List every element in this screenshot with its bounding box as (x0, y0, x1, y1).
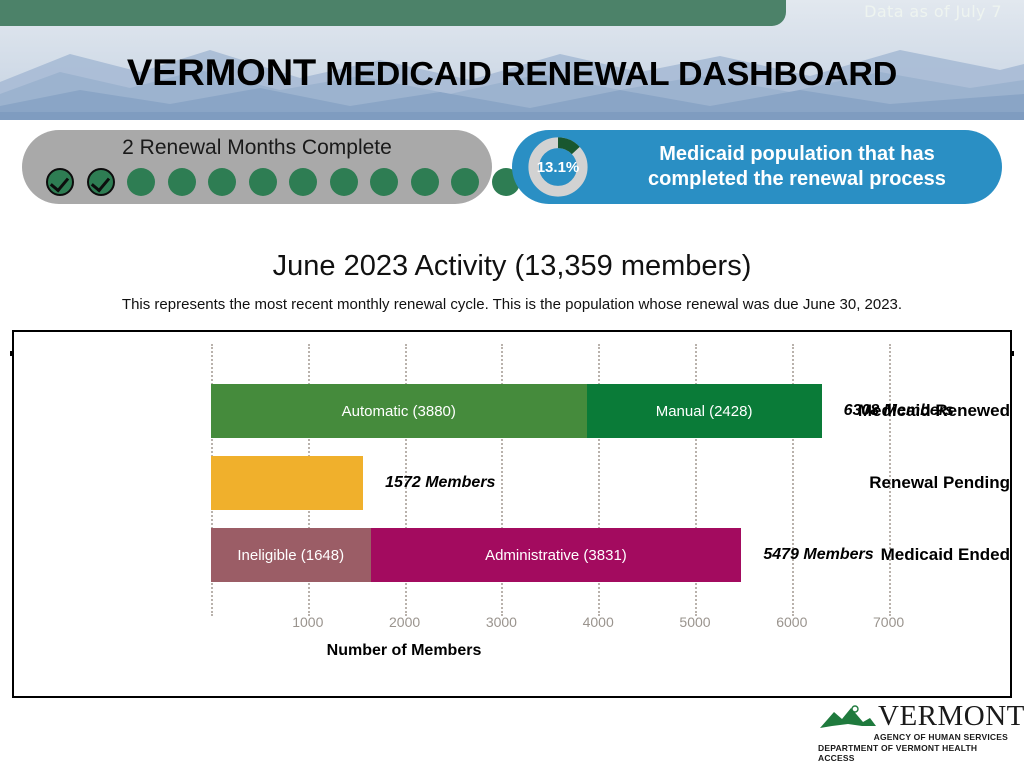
x-axis-tick-label: 6000 (776, 614, 808, 630)
month-dot-pending (127, 168, 155, 196)
bar-total-label: 5479 Members (763, 546, 874, 563)
activity-chart: Number of Members 1000 2000 3000 4000 5000 60… (12, 330, 1012, 698)
month-dot-pending (370, 168, 398, 196)
x-axis-tick-label: 5000 (679, 614, 711, 630)
month-dot-pending (167, 168, 196, 196)
month-dot-pending (248, 168, 277, 196)
data-as-of-text: Data as of July 7 (864, 2, 1002, 21)
bar-segment[interactable]: Ineligible (1648) (211, 528, 371, 582)
renewal-months-dots (46, 168, 520, 196)
bar-category-label: Renewal Pending (869, 473, 1010, 492)
month-dot-complete (86, 168, 115, 196)
renewal-months-label: 2 Renewal Months Complete (122, 136, 392, 159)
logo-department-line: DEPARTMENT OF VERMONT HEALTH ACCESS (818, 743, 978, 763)
logo-wordmark: VERMONT (878, 700, 1024, 732)
bar-total-label: 6308 Members (843, 402, 954, 419)
x-axis-title: Number of Members (326, 642, 482, 659)
month-dot-pending (451, 168, 479, 196)
vermont-logo: VERMONT AGENCY OF HUMAN SERVICES DEPARTM… (818, 700, 1024, 763)
x-axis-tick-label: 4000 (582, 614, 614, 630)
month-dot-pending (410, 168, 439, 196)
x-axis-tick-label: 1000 (292, 614, 324, 630)
logo-agency-line: AGENCY OF HUMAN SERVICES (873, 732, 1008, 742)
activity-title: June 2023 Activity (13,359 members) (272, 250, 752, 282)
x-axis-tick-label: 7000 (873, 614, 905, 630)
chart-plot-area: Number of Members 1000 2000 3000 4000 5000 60… (14, 332, 1010, 696)
page-title-strong: VERMONT (126, 52, 316, 93)
bar-total-label: 1572 Members (385, 474, 496, 491)
page-title-rest: MEDICAID RENEWAL DASHBOARD (325, 55, 898, 92)
bar-segment[interactable]: Manual (2428) (586, 384, 822, 438)
bar-segment[interactable]: Automatic (3880) (211, 384, 587, 438)
x-axis-tick-label: 3000 (485, 614, 517, 630)
donut-percent-label: 13.1% (536, 158, 580, 176)
activity-subtitle: This represents the most recent monthly … (121, 296, 903, 313)
month-dot-pending (329, 168, 358, 196)
renewal-completion-caption: Medicaid population that has completed t… (604, 142, 990, 192)
month-dot-pending (289, 168, 317, 196)
mountain-logo-icon (820, 705, 876, 728)
bar-segment[interactable] (211, 456, 364, 510)
page-title: VERMONT MEDICAID RENEWAL DASHBOARD (0, 52, 1024, 94)
caption-line-1: Medicaid population that has (659, 143, 935, 165)
data-as-of-banner (0, 0, 786, 26)
month-dot-complete (46, 168, 74, 196)
renewal-completion-card: 13.1% Medicaid population that has compl… (512, 130, 1002, 204)
bar-segment[interactable]: Administrative (3831) (370, 528, 742, 582)
renewal-months-card: 2 Renewal Months Complete (22, 130, 520, 204)
kpi-row: 2 Renewal Months Complete 13.1% Medicaid… (0, 120, 1024, 356)
caption-line-2: completed the renewal process (648, 168, 946, 190)
x-axis-tick-label: 2000 (389, 614, 421, 630)
page-header: Data as of July 7 VERMONT MEDICAID RENEW… (0, 0, 1024, 120)
month-dot-pending (208, 168, 236, 196)
